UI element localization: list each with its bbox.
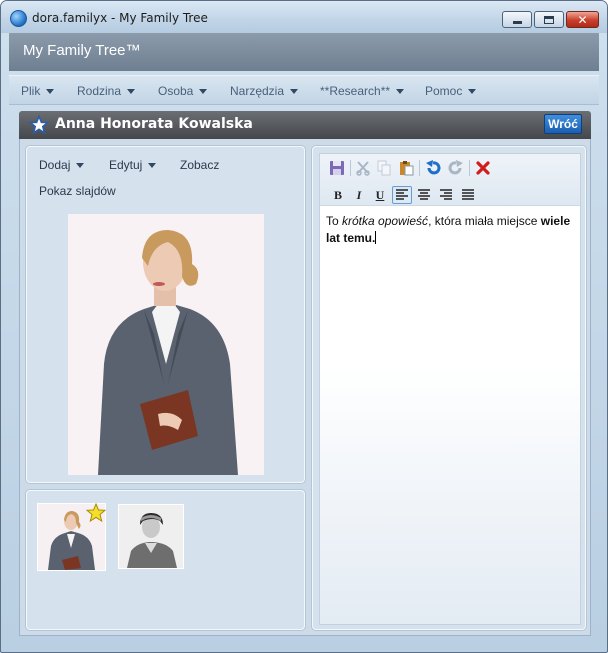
bold-button[interactable]: B: [328, 186, 348, 204]
toolbar-separator: [419, 160, 420, 176]
chevron-down-icon: [127, 89, 136, 95]
justify-button[interactable]: [458, 186, 478, 204]
chevron-down-icon: [468, 89, 477, 95]
menu-bar: Plik Rodzina Osoba Narzędzia **Research*…: [9, 75, 599, 105]
align-left-button[interactable]: [392, 186, 412, 204]
minimize-icon: [512, 21, 522, 24]
underline-button[interactable]: U: [370, 186, 390, 204]
paste-icon[interactable]: [397, 159, 415, 177]
text-cursor: [375, 231, 377, 244]
align-center-button[interactable]: [414, 186, 434, 204]
delete-icon[interactable]: [474, 159, 492, 177]
person-name: Anna Honorata Kowalska: [55, 116, 253, 132]
redo-icon[interactable]: [447, 159, 465, 177]
portrait-woman-bw-thumbnail: [119, 505, 183, 568]
favorite-star-icon[interactable]: [29, 115, 49, 135]
menu-narzedzia[interactable]: Narzędzia: [230, 84, 299, 98]
align-justify-icon: [462, 189, 474, 200]
align-left-icon: [396, 189, 408, 200]
chevron-down-icon: [396, 89, 405, 95]
menu-osoba[interactable]: Osoba: [158, 84, 208, 98]
app-title: My Family Tree™: [23, 42, 141, 59]
chevron-down-icon: [290, 89, 299, 95]
thumbnail-panel: [26, 490, 305, 630]
align-center-icon: [418, 189, 430, 200]
title-bar[interactable]: dora.familyx - My Family Tree ✕: [1, 1, 607, 33]
edit-menu[interactable]: Edytuj: [109, 158, 157, 172]
editor-toolbar: B I U: [320, 154, 580, 206]
person-content: Dodaj Edytuj Zobacz Pokaz slajdów B I U …: [19, 139, 591, 636]
app-window: dora.familyx - My Family Tree ✕ My Famil…: [0, 0, 608, 653]
close-icon: ✕: [577, 12, 588, 27]
italic-button[interactable]: I: [349, 186, 369, 204]
toolbar-separator: [350, 160, 351, 176]
person-header: Anna Honorata Kowalska Wróć: [19, 111, 591, 139]
toolbar-separator: [469, 160, 470, 176]
chevron-down-icon: [76, 163, 85, 169]
story-text[interactable]: To krótka opowieść, która miała miejsce …: [326, 213, 576, 247]
save-icon[interactable]: [328, 159, 346, 177]
copy-icon[interactable]: [375, 159, 393, 177]
slideshow-link[interactable]: Pokaz slajdów: [39, 184, 116, 198]
close-button[interactable]: ✕: [566, 11, 599, 28]
chevron-down-icon: [46, 89, 55, 95]
maximize-icon: [544, 15, 554, 24]
menu-rodzina[interactable]: Rodzina: [77, 84, 136, 98]
primary-photo-star-icon: [86, 503, 106, 523]
back-button[interactable]: Wróć: [544, 114, 582, 134]
align-right-button[interactable]: [436, 186, 456, 204]
app-logo-icon: [10, 10, 27, 27]
align-right-icon: [440, 189, 452, 200]
maximize-button[interactable]: [534, 11, 564, 28]
menu-pomoc[interactable]: Pomoc: [425, 84, 477, 98]
thumbnail-photo-1[interactable]: [37, 503, 106, 571]
rich-text-editor[interactable]: B I U To krótka opowieść, która miała mi…: [319, 153, 581, 625]
view-link[interactable]: Zobacz: [180, 158, 219, 172]
chevron-down-icon: [148, 163, 157, 169]
add-menu[interactable]: Dodaj: [39, 158, 85, 172]
portrait-woman-suit-image: [68, 214, 264, 475]
photo-panel: Dodaj Edytuj Zobacz Pokaz slajdów: [26, 146, 305, 483]
menu-plik[interactable]: Plik: [21, 84, 55, 98]
undo-icon[interactable]: [424, 159, 442, 177]
story-panel: B I U To krótka opowieść, która miała mi…: [312, 146, 586, 630]
main-photo[interactable]: [68, 214, 264, 475]
menu-research[interactable]: **Research**: [320, 84, 405, 98]
thumbnail-photo-2[interactable]: [118, 504, 184, 569]
cut-icon[interactable]: [354, 159, 372, 177]
app-header: My Family Tree™: [9, 33, 599, 71]
chevron-down-icon: [199, 89, 208, 95]
minimize-button[interactable]: [502, 11, 532, 28]
window-title: dora.familyx - My Family Tree: [32, 11, 208, 25]
